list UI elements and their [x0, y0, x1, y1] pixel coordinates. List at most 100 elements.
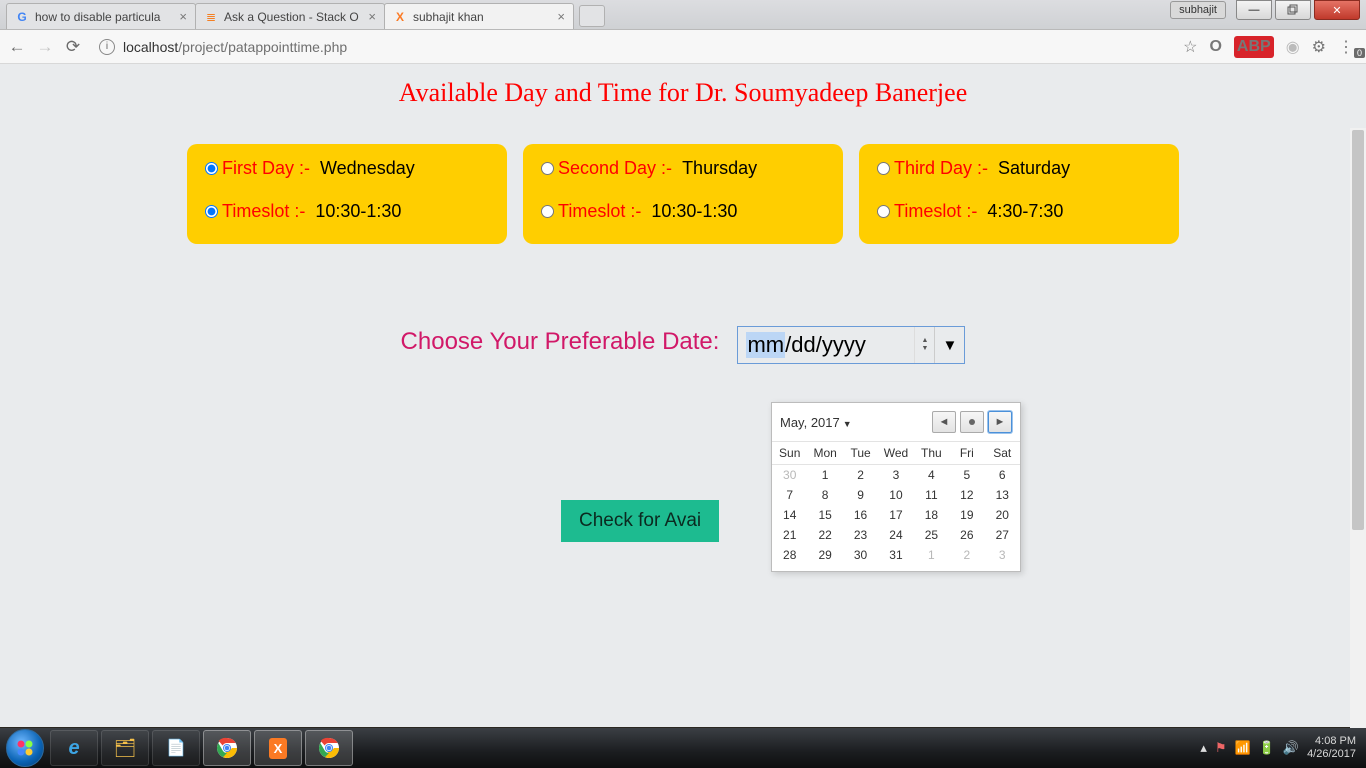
extension-badge: 0 — [1354, 48, 1365, 58]
bookmark-star-icon[interactable]: ☆ — [1183, 37, 1197, 57]
calendar-day[interactable]: 12 — [949, 485, 984, 505]
calendar-day[interactable]: 29 — [807, 545, 842, 565]
calendar-day[interactable]: 10 — [878, 485, 913, 505]
calendar-day[interactable]: 30 — [772, 465, 807, 486]
browser-tab-active[interactable]: X subhajit khan × — [384, 3, 574, 29]
calendar-dow-row: SunMonTueWedThuFriSat — [772, 442, 1020, 465]
adblock-extension-icon[interactable]: ABP — [1234, 36, 1274, 58]
tray-flag-icon[interactable]: ⚑ — [1215, 740, 1227, 756]
calendar-day[interactable]: 22 — [807, 525, 842, 545]
calendar-day[interactable]: 19 — [949, 505, 984, 525]
address-bar[interactable]: i localhost/project/patappointtime.php — [92, 36, 1173, 58]
tray-network-icon[interactable]: 📶 — [1235, 740, 1251, 756]
calendar-day[interactable]: 15 — [807, 505, 842, 525]
back-button[interactable]: ← — [8, 37, 26, 57]
window-minimize-button[interactable]: — — [1236, 0, 1272, 20]
calendar-day[interactable]: 11 — [914, 485, 949, 505]
opera-extension-icon[interactable]: O — [1209, 38, 1221, 56]
calendar-day[interactable]: 1 — [914, 545, 949, 565]
calendar-popup: May, 2017▼ ◄ ► SunMonTueWedThuFriSat 301… — [771, 402, 1021, 572]
calendar-day[interactable]: 28 — [772, 545, 807, 565]
day-value: Wednesday — [320, 158, 415, 179]
day-selection-row: First Day :- WednesdayTimeslot :- 10:30-… — [83, 144, 1283, 244]
calendar-week: 28293031123 — [772, 545, 1020, 565]
taskbar-chrome-window-icon[interactable] — [305, 730, 353, 766]
calendar-day[interactable]: 13 — [985, 485, 1020, 505]
taskbar-explorer-icon[interactable]: 🗂 — [101, 730, 149, 766]
calendar-day[interactable]: 20 — [985, 505, 1020, 525]
calendar-next-button[interactable]: ► — [988, 411, 1012, 433]
calendar-day[interactable]: 4 — [914, 465, 949, 486]
taskbar-xampp-icon[interactable]: X — [254, 730, 302, 766]
calendar-month-selector[interactable]: May, 2017▼ — [780, 415, 852, 430]
date-mm[interactable]: mm — [746, 332, 785, 358]
timeslot-radio[interactable] — [205, 205, 218, 218]
calendar-day[interactable]: 14 — [772, 505, 807, 525]
tab-close-icon[interactable]: × — [557, 9, 565, 24]
date-picker-toggle[interactable]: ▼ — [934, 327, 964, 363]
scrollbar-thumb[interactable] — [1352, 130, 1364, 530]
vertical-scrollbar[interactable] — [1350, 128, 1366, 728]
date-dd[interactable]: dd — [791, 332, 815, 358]
tray-chevron-icon[interactable]: ▴ — [1200, 740, 1207, 756]
calendar-day[interactable]: 2 — [843, 465, 878, 486]
calendar-today-button[interactable] — [960, 411, 984, 433]
calendar-day[interactable]: 26 — [949, 525, 984, 545]
window-close-button[interactable]: ✕ — [1314, 0, 1360, 20]
taskbar-chrome-icon[interactable] — [203, 730, 251, 766]
calendar-day[interactable]: 8 — [807, 485, 842, 505]
calendar-day[interactable]: 3 — [985, 545, 1020, 565]
tray-volume-icon[interactable]: 🔊 — [1283, 740, 1299, 756]
date-spinner[interactable]: ▲▼ — [914, 327, 934, 363]
timeslot-radio[interactable] — [877, 205, 890, 218]
tray-battery-icon[interactable]: 🔋 — [1259, 740, 1275, 756]
site-info-icon[interactable]: i — [99, 39, 115, 55]
calendar-day[interactable]: 1 — [807, 465, 842, 486]
window-maximize-button[interactable] — [1275, 0, 1311, 20]
day-radio[interactable] — [877, 162, 890, 175]
calendar-day[interactable]: 9 — [843, 485, 878, 505]
timeslot-label: Timeslot :- — [894, 201, 977, 222]
calendar-prev-button[interactable]: ◄ — [932, 411, 956, 433]
extension-icon[interactable]: ◉ — [1286, 37, 1300, 57]
calendar-day[interactable]: 18 — [914, 505, 949, 525]
calendar-day[interactable]: 16 — [843, 505, 878, 525]
calendar-day[interactable]: 23 — [843, 525, 878, 545]
new-tab-button[interactable] — [579, 5, 605, 27]
calendar-day[interactable]: 6 — [985, 465, 1020, 486]
chrome-menu-icon[interactable]: ⋮ — [1338, 37, 1354, 57]
tray-clock[interactable]: 4:08 PM 4/26/2017 — [1307, 735, 1360, 761]
forward-button[interactable]: → — [36, 37, 54, 57]
browser-tab[interactable]: G how to disable particula × — [6, 3, 196, 29]
calendar-day[interactable]: 25 — [914, 525, 949, 545]
day-radio[interactable] — [541, 162, 554, 175]
start-button[interactable] — [6, 729, 44, 767]
xampp-favicon: X — [393, 10, 407, 24]
check-availability-button[interactable]: Check for Avai — [561, 500, 719, 542]
day-radio[interactable] — [205, 162, 218, 175]
settings-gear-icon[interactable]: ⚙ — [1312, 37, 1326, 57]
tab-close-icon[interactable]: × — [179, 9, 187, 24]
calendar-day[interactable]: 31 — [878, 545, 913, 565]
calendar-day[interactable]: 30 — [843, 545, 878, 565]
calendar-day[interactable]: 2 — [949, 545, 984, 565]
date-input[interactable]: mm/dd/yyyy ▲▼ ▼ — [737, 326, 965, 364]
date-picker-row: Choose Your Preferable Date: mm/dd/yyyy … — [83, 326, 1283, 364]
calendar-day[interactable]: 3 — [878, 465, 913, 486]
taskbar-notepad-icon[interactable]: 📄 — [152, 730, 200, 766]
reload-button[interactable]: ⟳ — [64, 37, 82, 57]
browser-tab[interactable]: ≣ Ask a Question - Stack O × — [195, 3, 385, 29]
calendar-day[interactable]: 21 — [772, 525, 807, 545]
calendar-day[interactable]: 17 — [878, 505, 913, 525]
date-input-text[interactable]: mm/dd/yyyy — [738, 332, 914, 358]
calendar-day[interactable]: 24 — [878, 525, 913, 545]
tray-time: 4:08 PM — [1307, 735, 1356, 748]
taskbar-ie-icon[interactable]: e — [50, 730, 98, 766]
timeslot-radio[interactable] — [541, 205, 554, 218]
calendar-day[interactable]: 27 — [985, 525, 1020, 545]
calendar-day[interactable]: 5 — [949, 465, 984, 486]
page-viewport: Available Day and Time for Dr. Soumyadee… — [0, 64, 1366, 728]
date-yyyy[interactable]: yyyy — [822, 332, 866, 358]
calendar-day[interactable]: 7 — [772, 485, 807, 505]
tab-close-icon[interactable]: × — [368, 9, 376, 24]
